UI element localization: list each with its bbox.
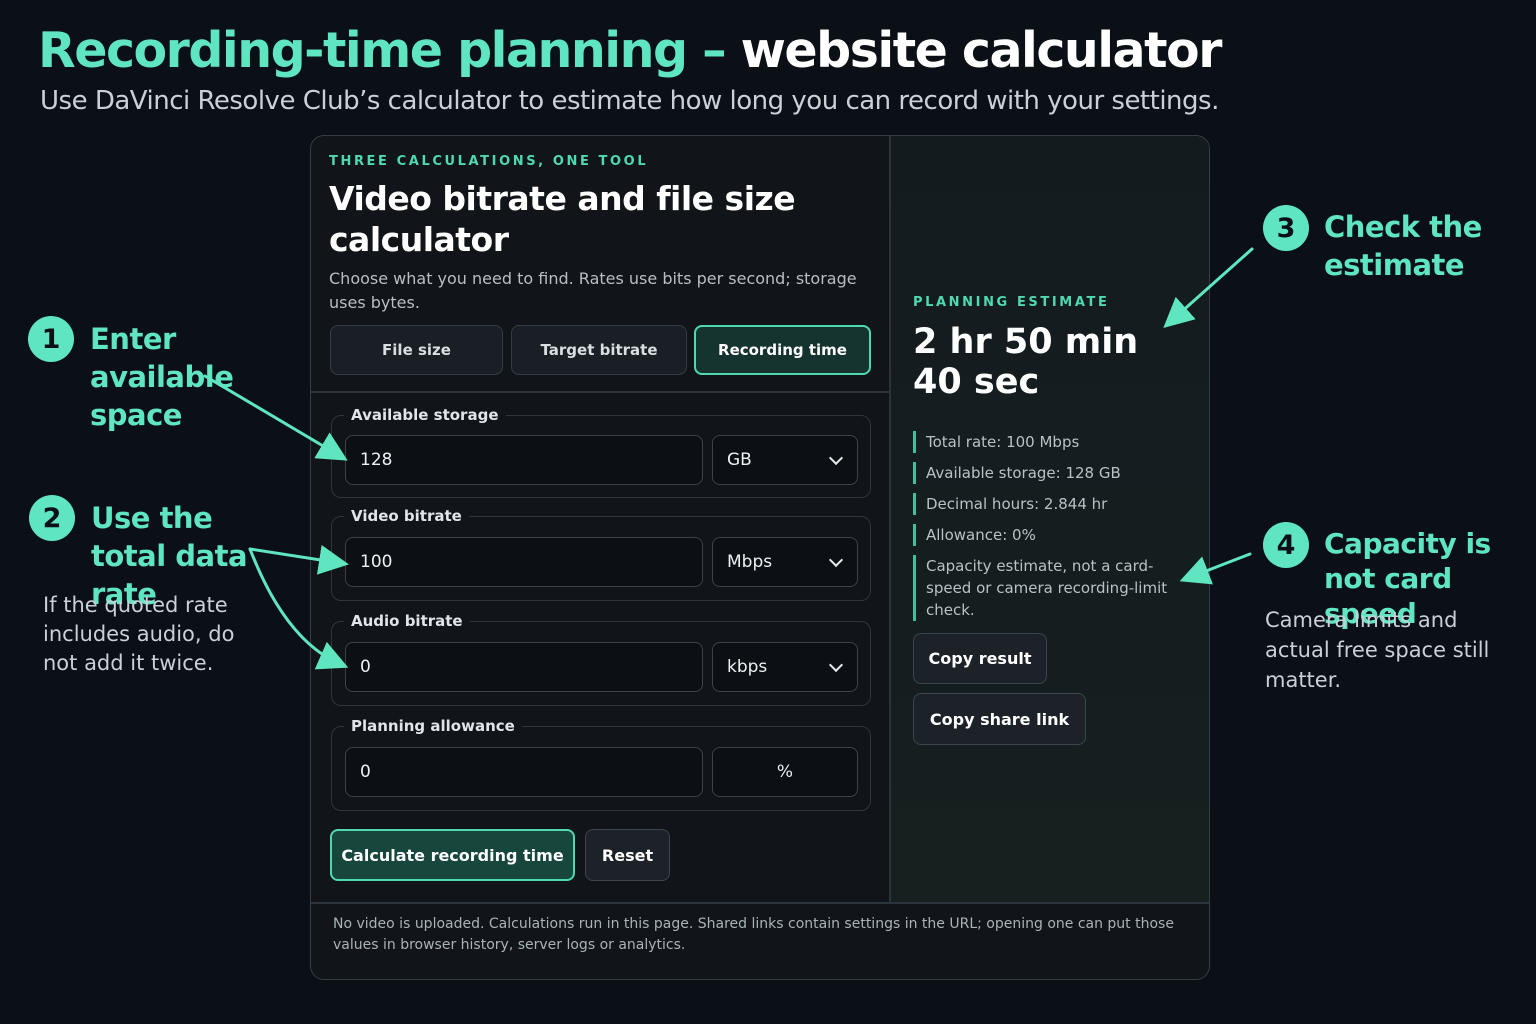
arrow-to-storage bbox=[203, 374, 348, 461]
annotation-arrows bbox=[203, 247, 1254, 670]
arrow-to-audio bbox=[248, 547, 349, 670]
arrow-to-video bbox=[248, 544, 349, 575]
arrow-to-estimate bbox=[1163, 247, 1254, 328]
page: Recording-time planning – website calcul… bbox=[0, 0, 1536, 1024]
arrow-to-capacity-note bbox=[1179, 552, 1252, 585]
